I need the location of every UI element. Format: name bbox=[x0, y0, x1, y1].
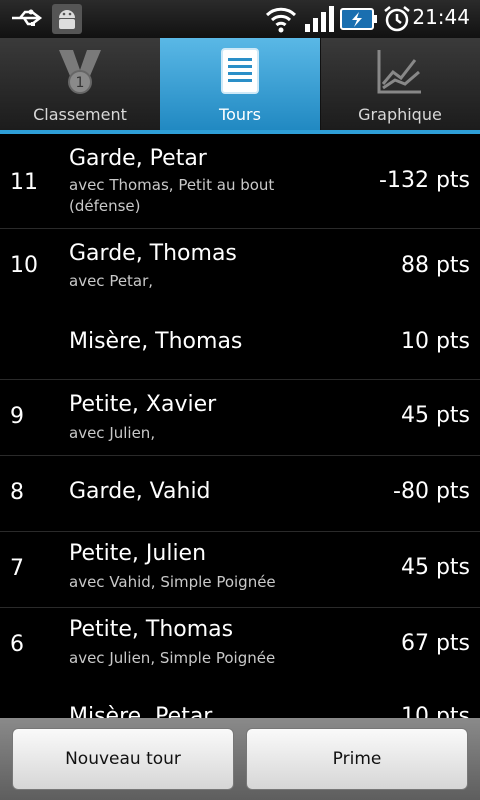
round-points: 88 pts bbox=[400, 253, 470, 278]
round-points: 45 pts bbox=[400, 555, 470, 580]
round-points: -132 pts bbox=[379, 168, 470, 193]
tab-graphique[interactable]: Graphique bbox=[320, 38, 480, 130]
signal-icon bbox=[305, 6, 334, 32]
round-number: 11 bbox=[10, 170, 38, 195]
tab-bar: 1 Classement Tours Graphique bbox=[0, 38, 480, 130]
list-item[interactable]: 7 Petite, Julien avec Vahid, Simple Poig… bbox=[0, 532, 480, 608]
tab-classement[interactable]: 1 Classement bbox=[0, 38, 160, 130]
round-number: 6 bbox=[10, 632, 24, 657]
android-debug-icon bbox=[52, 4, 82, 34]
round-subtitle: avec Thomas, Petit au bout (défense) bbox=[69, 176, 275, 215]
round-title: Garde, Vahid bbox=[69, 479, 211, 504]
round-subtitle: avec Vahid, Simple Poignée bbox=[69, 573, 276, 591]
tab-label: Tours bbox=[219, 105, 261, 124]
usb-icon bbox=[12, 9, 43, 26]
round-number: 8 bbox=[10, 480, 24, 505]
svg-text:1: 1 bbox=[76, 75, 85, 91]
bottom-action-bar: Nouveau tour Prime bbox=[0, 718, 480, 800]
list-item[interactable]: 11 Garde, Petar avec Thomas, Petit au bo… bbox=[0, 134, 480, 229]
round-points: 10 pts bbox=[400, 329, 470, 354]
alarm-icon bbox=[384, 6, 410, 32]
clock-time: 21:44 bbox=[412, 5, 470, 29]
list-item[interactable]: 9 Petite, Xavier avec Julien, 45 pts bbox=[0, 380, 480, 456]
list-item[interactable]: Misère, Petar 10 pts bbox=[0, 700, 480, 720]
list-item[interactable]: Misère, Thomas 10 pts bbox=[0, 311, 480, 380]
round-points: 67 pts bbox=[400, 631, 470, 656]
round-number: 10 bbox=[10, 253, 38, 278]
tab-label: Graphique bbox=[358, 105, 442, 124]
round-title: Misère, Thomas bbox=[69, 329, 243, 354]
round-title: Petite, Thomas bbox=[69, 617, 234, 642]
list-item[interactable]: 8 Garde, Vahid -80 pts bbox=[0, 456, 480, 532]
round-points: 45 pts bbox=[400, 403, 470, 428]
chart-icon bbox=[377, 50, 421, 94]
medal-icon: 1 bbox=[59, 50, 101, 94]
tab-label: Classement bbox=[33, 105, 127, 124]
new-round-button[interactable]: Nouveau tour bbox=[12, 728, 234, 790]
tab-tours[interactable]: Tours bbox=[160, 38, 320, 130]
list-item[interactable]: 6 Petite, Thomas avec Julien, Simple Poi… bbox=[0, 608, 480, 692]
round-subtitle: avec Petar, bbox=[69, 272, 154, 290]
round-title: Garde, Thomas bbox=[69, 241, 237, 266]
round-number: 7 bbox=[10, 556, 24, 581]
round-points: -80 pts bbox=[393, 479, 470, 504]
wifi-icon bbox=[265, 7, 297, 33]
round-subtitle: avec Julien, Simple Poignée bbox=[69, 649, 276, 667]
round-subtitle: avec Julien, bbox=[69, 424, 156, 442]
list-item[interactable]: 10 Garde, Thomas avec Petar, 88 pts bbox=[0, 229, 480, 311]
status-bar: 21:44 bbox=[0, 0, 480, 39]
rounds-list[interactable]: 11 Garde, Petar avec Thomas, Petit au bo… bbox=[0, 134, 480, 720]
round-title: Petite, Xavier bbox=[69, 392, 217, 417]
bonus-button[interactable]: Prime bbox=[246, 728, 468, 790]
round-title: Garde, Petar bbox=[69, 146, 207, 171]
round-title: Petite, Julien bbox=[69, 541, 207, 566]
round-number: 9 bbox=[10, 404, 24, 429]
battery-charging-icon bbox=[340, 8, 377, 30]
list-icon bbox=[221, 48, 259, 94]
